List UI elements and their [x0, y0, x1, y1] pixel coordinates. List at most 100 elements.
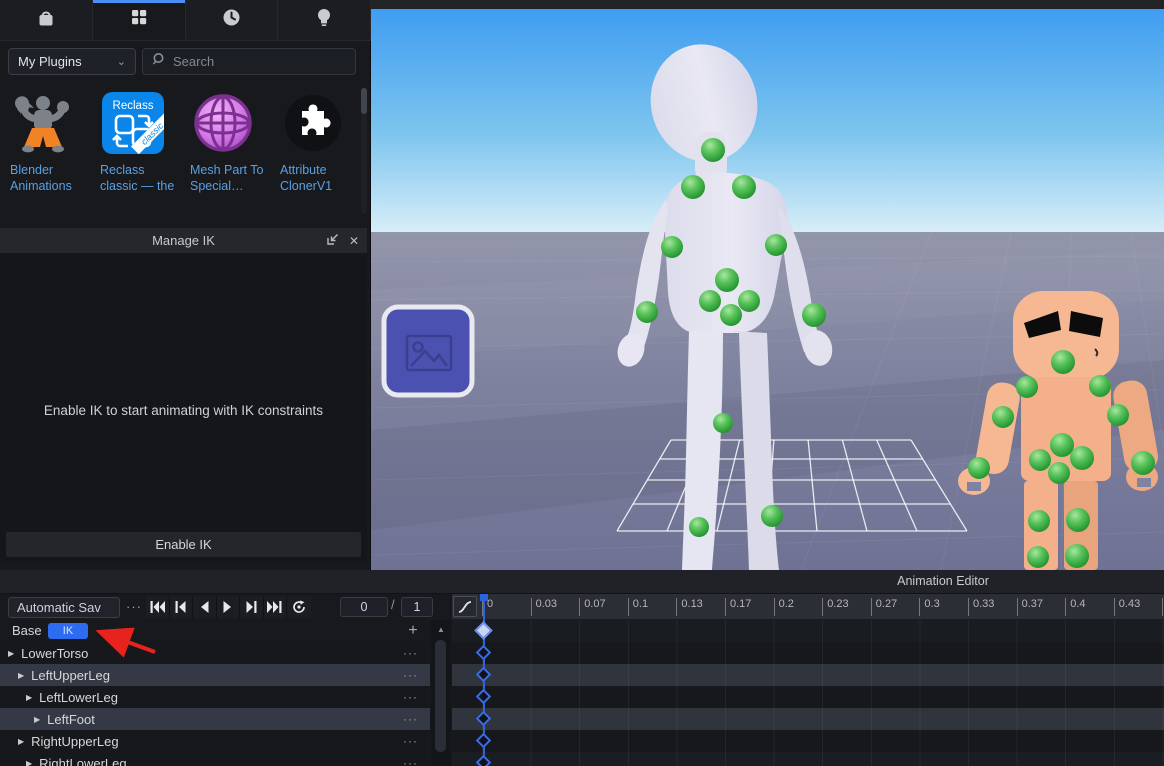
track-row-rightupperleg[interactable]: ▶ RightUpperLeg ···	[0, 730, 430, 752]
go-to-start-button[interactable]	[146, 596, 170, 618]
go-to-end-button[interactable]	[264, 596, 288, 618]
play-button[interactable]	[217, 596, 241, 618]
ruler-tick: 0.37	[1017, 598, 1043, 616]
ruler-tick: 0.3	[919, 598, 939, 616]
track-row-leftlowerleg[interactable]: ▶ LeftLowerLeg ···	[0, 686, 430, 708]
ruler-tick: 0.13	[676, 598, 702, 616]
plugin-card-reclass[interactable]: classic Reclass Reclass classic — the	[100, 88, 180, 220]
grid-icon	[129, 7, 149, 32]
tab-recent[interactable]	[186, 0, 279, 40]
ruler-tick: 0.33	[968, 598, 994, 616]
plugin-label: Blender Animations	[10, 162, 90, 194]
plugin-tabbar	[0, 0, 371, 41]
autosave-dropdown[interactable]: Automatic Sav	[8, 597, 120, 618]
plugin-panel: My Plugins ⌄ Blender A	[0, 0, 371, 570]
track-list-header: Base IK +	[0, 620, 430, 642]
tab-marketplace[interactable]	[0, 0, 93, 40]
manage-ik-header: Manage IK ✕	[0, 228, 367, 253]
viewport-scene	[371, 0, 1164, 570]
loop-toggle-button[interactable]	[287, 596, 311, 618]
track-row-leftupperleg[interactable]: ▶ LeftUpperLeg ···	[0, 664, 430, 686]
track-list: ▶ LowerTorso ··· ▶ LeftUpperLeg ··· ▶ Le…	[0, 642, 430, 766]
transport-controls	[146, 596, 311, 618]
expander-icon[interactable]: ▶	[34, 715, 40, 724]
expander-icon[interactable]: ▶	[18, 737, 24, 746]
blender-animations-icon	[12, 92, 74, 154]
scroll-up-icon[interactable]: ▲	[431, 620, 451, 638]
clock-icon	[221, 7, 242, 33]
manage-ik-message: Enable IK to start animating with IK con…	[0, 403, 367, 418]
ruler-tick: 0.43	[1114, 598, 1140, 616]
track-row-leftfoot[interactable]: ▶ LeftFoot ···	[0, 708, 430, 730]
expander-icon[interactable]: ▶	[26, 693, 32, 702]
plugin-label: Reclass classic — the	[100, 162, 180, 194]
track-scrollbar[interactable]: ▲	[431, 620, 451, 766]
manage-ik-panel: Manage IK ✕ Enable IK to start animating…	[0, 228, 367, 561]
playhead-handle[interactable]	[480, 594, 488, 601]
plugin-card-blender-animations[interactable]: Blender Animations	[10, 88, 90, 220]
ruler-tick: 0.03	[531, 598, 557, 616]
track-menu-button[interactable]: ···	[403, 668, 418, 682]
track-menu-button[interactable]: ···	[403, 756, 418, 766]
plugins-filter-value: My Plugins	[18, 54, 82, 69]
search-input[interactable]	[173, 54, 333, 69]
plugin-grid: Blender Animations classic	[0, 88, 360, 220]
tab-suggestions[interactable]	[278, 0, 371, 40]
overflow-menu-button[interactable]: ···	[124, 596, 144, 617]
plugin-card-mesh-part[interactable]: Mesh Part To Special…	[190, 88, 270, 220]
tab-my-plugins[interactable]	[93, 0, 186, 40]
plugin-filter-row: My Plugins ⌄	[0, 44, 371, 80]
lightbulb-icon	[314, 7, 334, 33]
dock-icon[interactable]	[327, 232, 339, 250]
chevron-down-icon: ⌄	[117, 55, 126, 68]
base-label: Base	[12, 623, 42, 638]
track-label: RightUpperLeg	[31, 734, 118, 749]
plugin-scrollbar[interactable]	[361, 88, 367, 214]
plugins-filter-dropdown[interactable]: My Plugins ⌄	[8, 48, 136, 75]
expander-icon[interactable]: ▶	[8, 649, 14, 658]
track-menu-button[interactable]: ···	[403, 712, 418, 726]
enable-ik-button[interactable]: Enable IK	[6, 532, 361, 557]
timeline-ruler[interactable]: 0 0.03 0.07 0.1 0.13 0.17 0.2 0.23 0.27 …	[452, 594, 1164, 620]
add-track-button[interactable]: +	[403, 621, 423, 641]
plugin-label: Attribute ClonerV1	[280, 162, 360, 194]
decal-placeholder[interactable]	[384, 307, 472, 395]
curve-editor-button[interactable]	[453, 596, 477, 617]
ruler-tick: 0.17	[725, 598, 751, 616]
ruler-tick: 0.1	[628, 598, 648, 616]
track-menu-button[interactable]: ···	[403, 734, 418, 748]
close-icon[interactable]: ✕	[349, 234, 359, 248]
play-reverse-button[interactable]	[193, 596, 217, 618]
next-keyframe-button[interactable]	[240, 596, 264, 618]
3d-viewport[interactable]	[371, 0, 1164, 570]
ik-toggle-button[interactable]: IK	[48, 623, 88, 639]
plugin-label: Mesh Part To Special…	[190, 162, 270, 194]
track-row-lowertorso[interactable]: ▶ LowerTorso ···	[0, 642, 430, 664]
track-menu-button[interactable]: ···	[403, 690, 418, 704]
playback-controls-row: Automatic Sav ··· 0	[0, 594, 452, 620]
frame-separator: /	[391, 597, 395, 612]
animation-editor-title: Animation Editor	[723, 574, 1163, 588]
ruler-tick: 0.07	[579, 598, 605, 616]
ruler-tick: 0.2	[774, 598, 794, 616]
current-frame-input[interactable]: 0	[340, 597, 388, 617]
search-icon	[151, 52, 165, 71]
scrollbar-thumb[interactable]	[435, 640, 446, 752]
track-label: LeftLowerLeg	[39, 690, 118, 705]
expander-icon[interactable]: ▶	[18, 671, 24, 680]
total-frames-input[interactable]: 1	[401, 597, 433, 617]
plugin-search-box[interactable]	[142, 48, 356, 75]
ruler-tick: 0.27	[871, 598, 897, 616]
track-row-rightlowerleg[interactable]: ▶ RightLowerLeg ···	[0, 752, 430, 766]
ruler-tick: 0.4	[1065, 598, 1085, 616]
animation-editor-titlebar: Animation Editor	[0, 570, 1164, 594]
timeline-track-area[interactable]	[452, 620, 1164, 766]
plugin-card-attribute-cloner[interactable]: Attribute ClonerV1	[280, 88, 360, 220]
reclass-badge-title: Reclass	[113, 100, 154, 112]
previous-keyframe-button[interactable]	[170, 596, 194, 618]
animation-editor-panel: Animation Editor Automatic Sav ···	[0, 570, 1164, 766]
expander-icon[interactable]: ▶	[26, 759, 32, 766]
ruler-tick: 0.23	[822, 598, 848, 616]
track-menu-button[interactable]: ···	[403, 646, 418, 660]
track-label: LowerTorso	[21, 646, 88, 661]
